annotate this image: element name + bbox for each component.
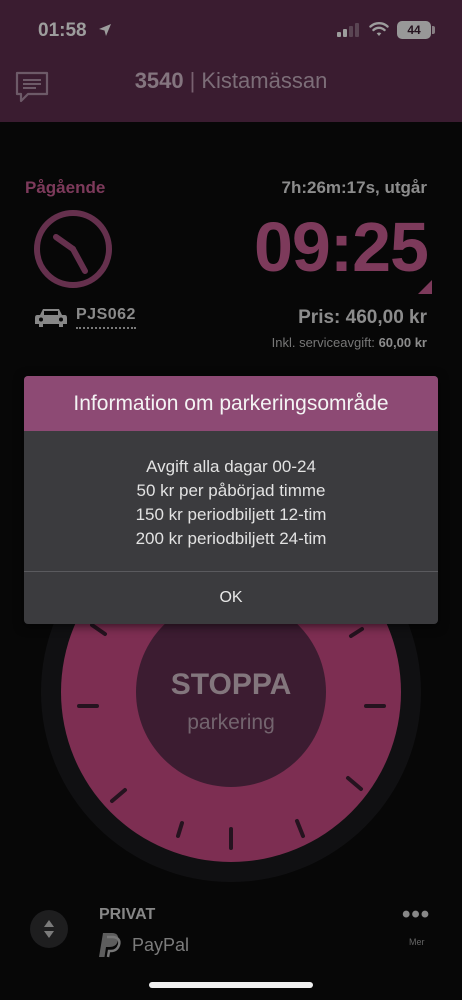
home-indicator[interactable] bbox=[149, 982, 313, 988]
dialog-line: 50 kr per påbörjad timme bbox=[136, 481, 326, 500]
dialog-line: 200 kr periodbiljett 24-tim bbox=[135, 529, 327, 548]
dialog-line: Avgift alla dagar 00-24 bbox=[146, 457, 316, 476]
dialog-body: Avgift alla dagar 00-24 50 kr per påbörj… bbox=[24, 431, 438, 571]
area-info-dialog: Information om parkeringsområde Avgift a… bbox=[24, 376, 438, 624]
ok-button[interactable]: OK bbox=[24, 572, 438, 624]
dialog-title: Information om parkeringsområde bbox=[24, 376, 438, 431]
dialog-line: 150 kr periodbiljett 12-tim bbox=[135, 505, 327, 524]
